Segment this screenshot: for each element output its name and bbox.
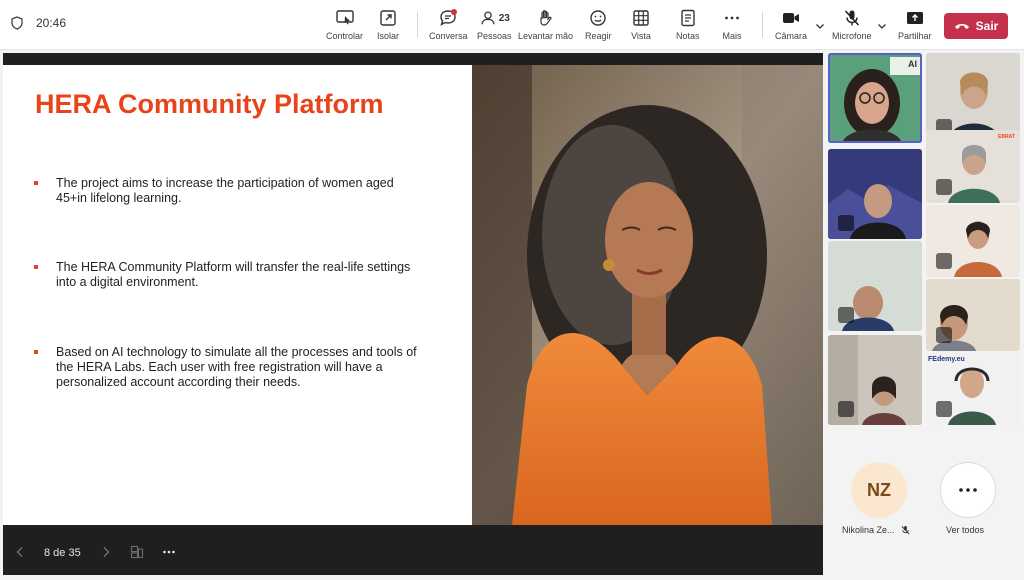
more-icon bbox=[725, 16, 739, 20]
toolbar-divider bbox=[762, 12, 763, 38]
ai-badge: AI bbox=[908, 59, 917, 69]
video-tile[interactable] bbox=[926, 279, 1020, 351]
control-button[interactable]: Controlar bbox=[326, 8, 363, 46]
mic-off-indicator bbox=[936, 327, 952, 343]
shield-icon bbox=[11, 16, 23, 30]
meeting-timer: 20:46 bbox=[36, 16, 67, 30]
more-button[interactable]: Mais bbox=[722, 8, 742, 46]
people-icon bbox=[481, 11, 495, 25]
view-all-label[interactable]: Ver todos bbox=[946, 525, 984, 535]
video-tile[interactable] bbox=[828, 335, 922, 425]
slide-bullet: Based on AI technology to simulate all t… bbox=[34, 345, 426, 390]
slide-bullet: The project aims to increase the partici… bbox=[34, 176, 426, 206]
share-button[interactable]: Partilhar bbox=[898, 8, 932, 46]
pop-out-icon bbox=[380, 10, 396, 26]
video-tile[interactable]: EBRAT bbox=[926, 130, 1020, 203]
video-tile-speaker[interactable]: AI bbox=[828, 53, 922, 143]
chevron-left-icon[interactable] bbox=[13, 545, 27, 559]
mic-off-indicator bbox=[838, 215, 854, 231]
mic-off-indicator bbox=[936, 179, 952, 195]
microphone-button[interactable]: Microfone bbox=[832, 8, 872, 46]
camera-icon bbox=[783, 13, 799, 23]
react-button[interactable]: Reagir bbox=[585, 8, 612, 46]
toolbar-divider bbox=[417, 12, 418, 38]
view-button[interactable]: Vista bbox=[631, 8, 651, 46]
view-icon bbox=[633, 10, 649, 26]
view-all-button[interactable] bbox=[940, 462, 996, 518]
slide-grid-icon[interactable] bbox=[130, 545, 144, 559]
video-tile[interactable]: FEdemy.eu bbox=[926, 353, 1020, 425]
camera-button[interactable]: Câmara bbox=[775, 8, 807, 46]
chat-button[interactable]: Conversa bbox=[429, 8, 468, 46]
pop-out-button[interactable]: Isolar bbox=[377, 8, 399, 46]
participant-name: Nikolina Ze... bbox=[842, 525, 895, 535]
people-count: 23 bbox=[498, 12, 510, 24]
meeting-info: 20:46 bbox=[10, 16, 66, 30]
mic-off-indicator bbox=[838, 401, 854, 417]
chat-unread-dot bbox=[451, 9, 457, 15]
fedemy-label: FEdemy.eu bbox=[928, 356, 965, 363]
mic-off-icon bbox=[844, 10, 859, 26]
video-tile[interactable] bbox=[828, 149, 922, 239]
meeting-toolbar: 20:46 Controlar Isolar Conversa 23 Pesso… bbox=[0, 0, 1024, 50]
leave-button[interactable]: Sair bbox=[944, 13, 1008, 39]
chevron-down-icon[interactable] bbox=[876, 20, 888, 32]
avatar[interactable]: NZ bbox=[851, 462, 907, 518]
raise-hand-icon bbox=[539, 10, 552, 26]
more-icon[interactable] bbox=[162, 545, 176, 559]
slide-title: HERA Community Platform bbox=[35, 89, 384, 119]
react-icon bbox=[590, 10, 606, 26]
more-icon bbox=[959, 488, 977, 492]
people-button[interactable]: 23 Pessoas bbox=[477, 8, 512, 46]
share-icon bbox=[906, 12, 923, 24]
ebrat-label: EBRAT bbox=[998, 134, 1015, 140]
people-icon-group: 23 bbox=[479, 8, 510, 28]
slide-bullet: The HERA Community Platform will transfe… bbox=[34, 260, 426, 290]
presentation-controls: 8 de 35 bbox=[3, 525, 823, 575]
slide-page-indicator: 8 de 35 bbox=[44, 547, 81, 559]
mic-off-indicator bbox=[838, 307, 854, 323]
mic-off-icon bbox=[901, 525, 909, 535]
participant-name-row: Nikolina Ze... bbox=[842, 525, 910, 535]
leave-label: Sair bbox=[975, 19, 999, 33]
woman-portrait-image bbox=[472, 65, 823, 525]
mic-off-indicator bbox=[936, 253, 952, 269]
video-tile[interactable] bbox=[828, 241, 922, 331]
notes-button[interactable]: Notas bbox=[676, 8, 700, 46]
slide: HERA Community Platform The project aims… bbox=[3, 65, 823, 525]
raise-hand-button[interactable]: Levantar mão bbox=[518, 8, 573, 46]
share-control-icon bbox=[335, 10, 354, 25]
hang-up-icon bbox=[954, 24, 969, 29]
mic-off-indicator bbox=[936, 401, 952, 417]
shared-content-stage: HERA Community Platform The project aims… bbox=[3, 53, 823, 575]
participants-gallery: AI EBRAT FEdemy.eu NZ Nikolina Ze... Ver… bbox=[826, 53, 1024, 575]
chevron-right-icon[interactable] bbox=[99, 545, 113, 559]
video-tile[interactable] bbox=[926, 205, 1020, 277]
chevron-down-icon[interactable] bbox=[814, 20, 826, 32]
notes-icon bbox=[681, 9, 695, 27]
